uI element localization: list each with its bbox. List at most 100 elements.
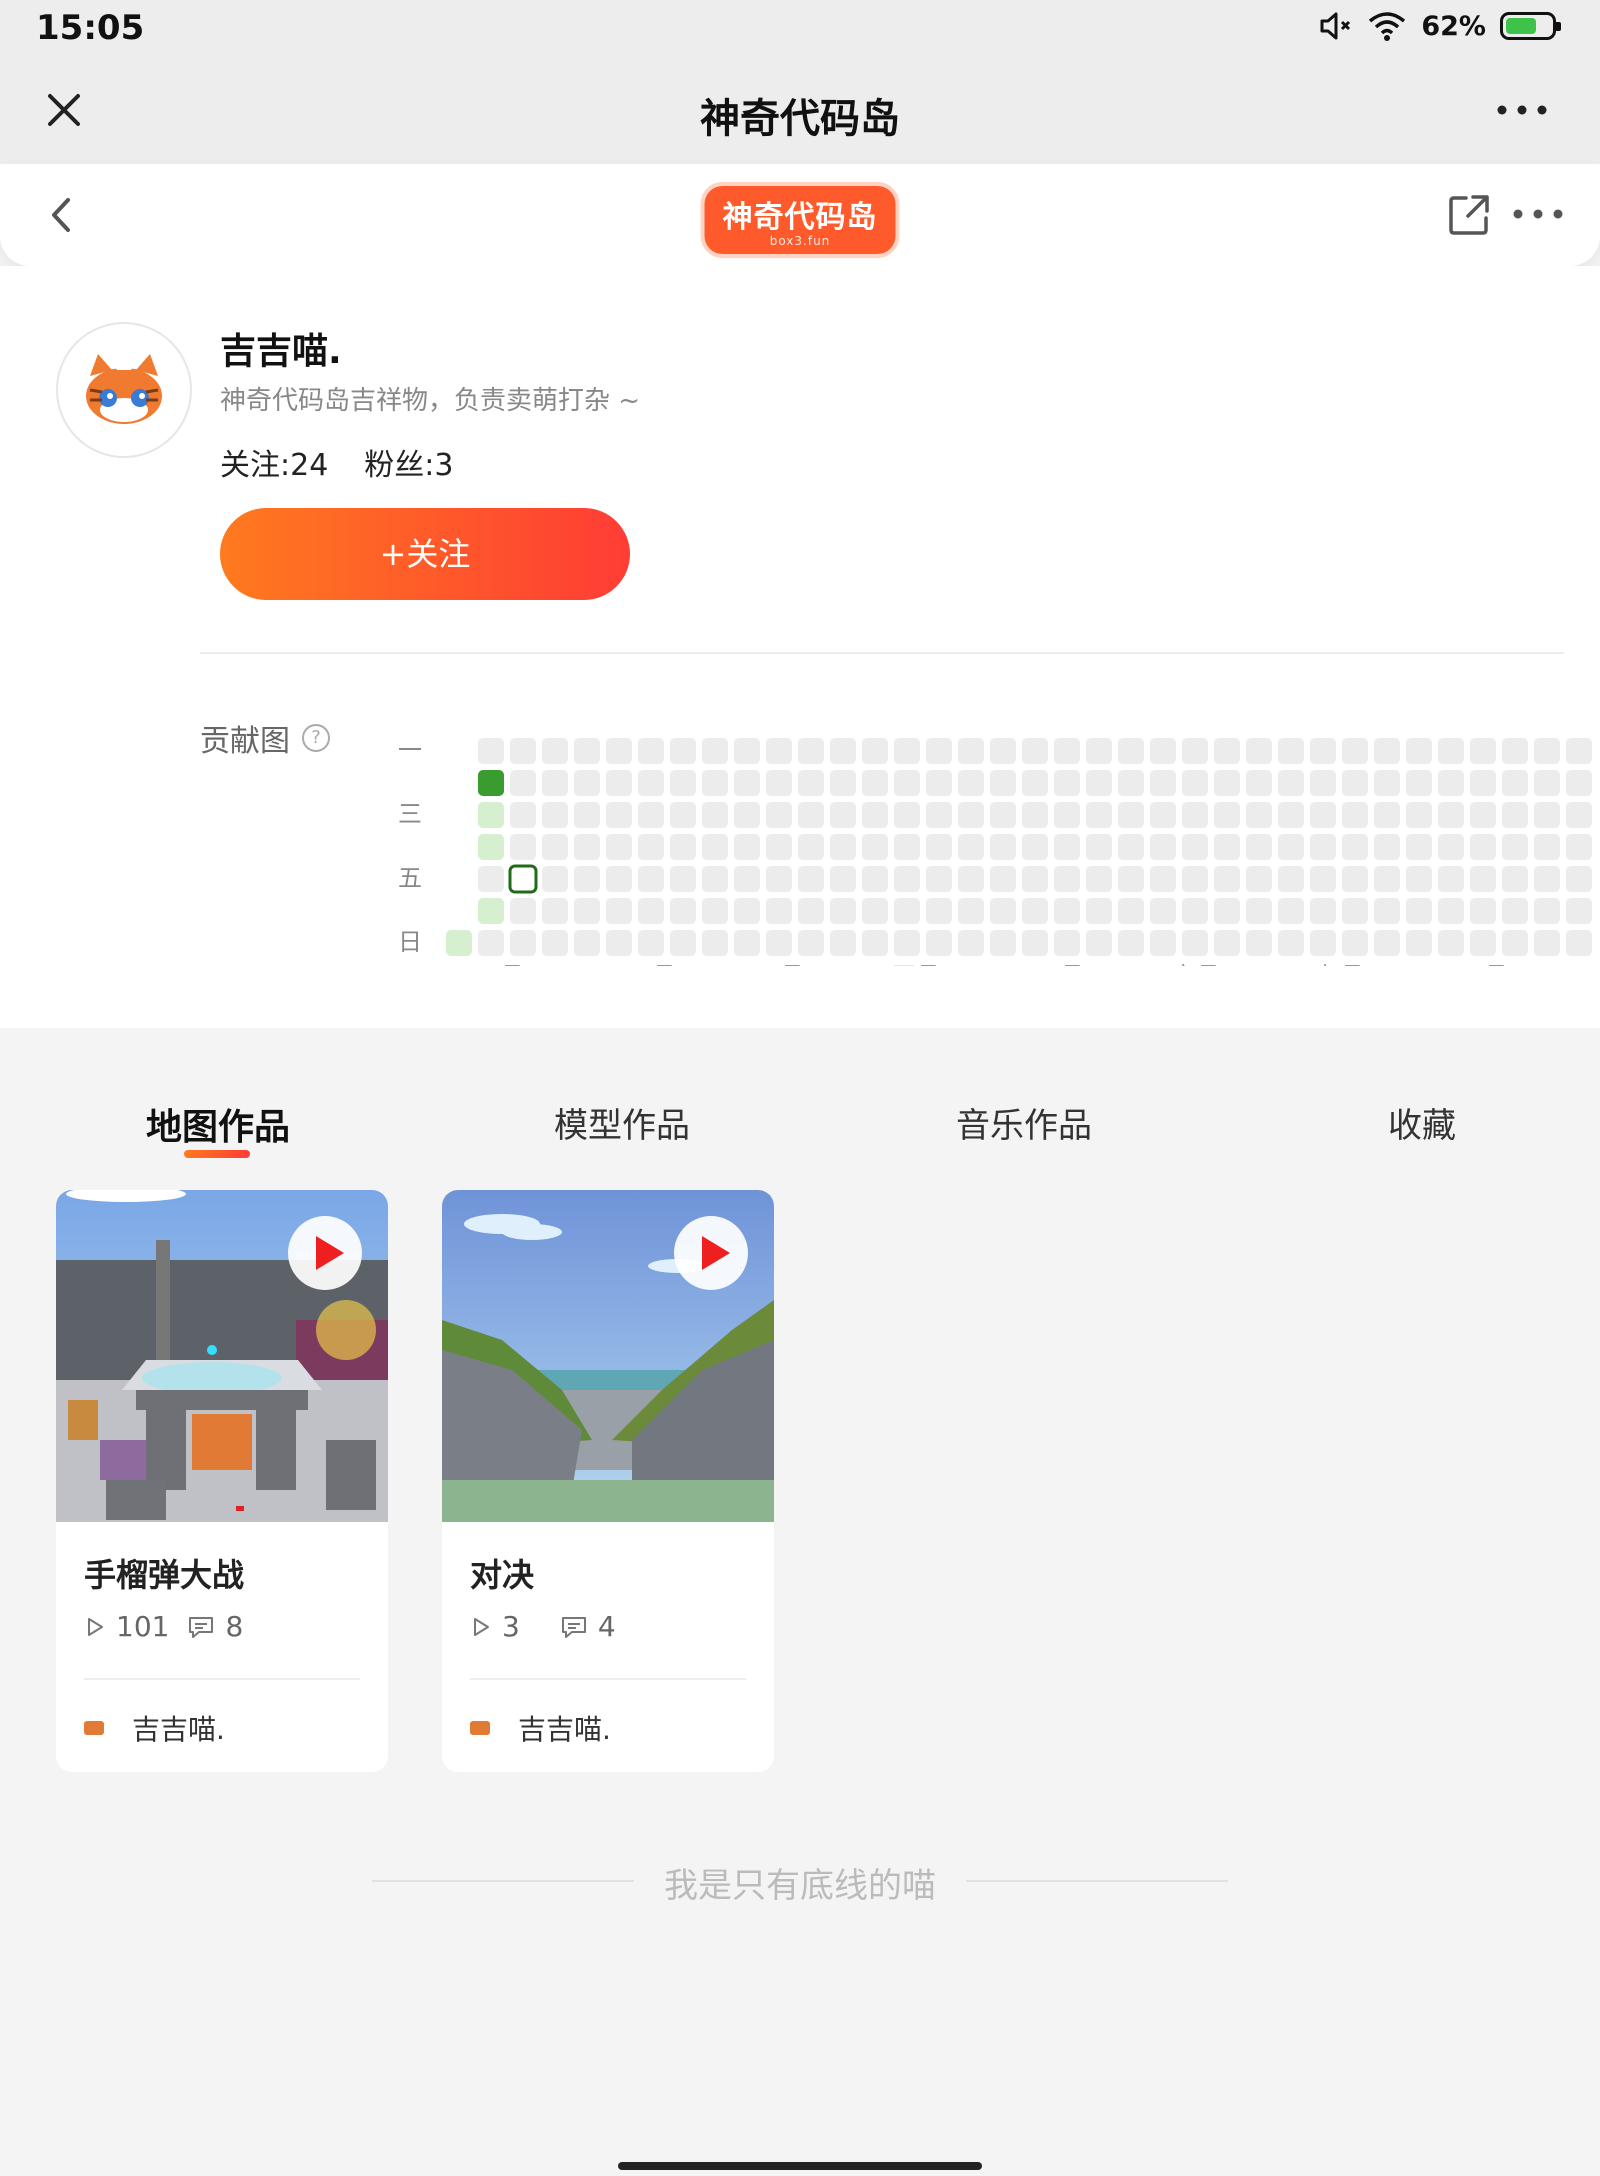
work-card[interactable]: 对决 3 4 吉吉喵. xyxy=(442,1190,774,1772)
work-title[interactable]: 对决 xyxy=(470,1550,534,1596)
contribution-cell[interactable] xyxy=(606,770,632,796)
contribution-cell[interactable] xyxy=(1566,738,1592,764)
contribution-cell[interactable] xyxy=(1118,866,1144,892)
contribution-cell[interactable] xyxy=(478,866,504,892)
contribution-cell[interactable] xyxy=(1214,770,1240,796)
contribution-cell[interactable] xyxy=(1406,770,1432,796)
contribution-cell[interactable] xyxy=(1278,834,1304,860)
contribution-cell[interactable] xyxy=(1246,770,1272,796)
work-author[interactable]: 吉吉喵. xyxy=(470,1708,611,1748)
contribution-cell[interactable] xyxy=(1150,770,1176,796)
contribution-cell[interactable] xyxy=(702,770,728,796)
contribution-cell[interactable] xyxy=(798,738,824,764)
contribution-cell[interactable] xyxy=(894,834,920,860)
contribution-cell[interactable] xyxy=(510,738,536,764)
contribution-cell[interactable] xyxy=(926,770,952,796)
contribution-cell[interactable] xyxy=(1022,834,1048,860)
contribution-cell[interactable] xyxy=(1022,770,1048,796)
contribution-cell[interactable] xyxy=(1534,866,1560,892)
contribution-cell[interactable] xyxy=(926,898,952,924)
contribution-cell[interactable] xyxy=(1246,930,1272,956)
contribution-cell[interactable] xyxy=(1086,898,1112,924)
contribution-cell[interactable] xyxy=(798,770,824,796)
contribution-cell[interactable] xyxy=(1054,802,1080,828)
contribution-cell[interactable] xyxy=(1502,738,1528,764)
contribution-cell[interactable] xyxy=(990,738,1016,764)
contribution-cell[interactable] xyxy=(542,738,568,764)
contribution-cell[interactable] xyxy=(638,834,664,860)
contribution-cell[interactable] xyxy=(1534,930,1560,956)
contribution-cell[interactable] xyxy=(1118,802,1144,828)
contribution-cell[interactable] xyxy=(798,930,824,956)
contribution-cell[interactable] xyxy=(1342,898,1368,924)
contribution-cell[interactable] xyxy=(862,930,888,956)
contribution-cell[interactable] xyxy=(574,770,600,796)
contribution-cell[interactable] xyxy=(478,738,504,764)
contribution-cell[interactable] xyxy=(862,866,888,892)
contribution-cell[interactable] xyxy=(1310,770,1336,796)
contribution-cell[interactable] xyxy=(1214,898,1240,924)
contribution-cell[interactable] xyxy=(670,738,696,764)
contribution-cell[interactable] xyxy=(638,898,664,924)
contribution-cell[interactable] xyxy=(1150,738,1176,764)
contribution-cell[interactable] xyxy=(670,770,696,796)
contribution-cell[interactable] xyxy=(830,834,856,860)
contribution-cell[interactable] xyxy=(926,738,952,764)
contribution-cell[interactable] xyxy=(1118,770,1144,796)
contribution-cell[interactable] xyxy=(1214,738,1240,764)
contribution-cell[interactable] xyxy=(1438,898,1464,924)
contribution-cell[interactable] xyxy=(1438,930,1464,956)
contribution-cell[interactable] xyxy=(1438,866,1464,892)
contribution-cell[interactable] xyxy=(1054,834,1080,860)
contribution-cell[interactable] xyxy=(638,738,664,764)
contribution-cell[interactable] xyxy=(1278,802,1304,828)
contribution-cell[interactable] xyxy=(1150,866,1176,892)
contribution-cell[interactable] xyxy=(508,864,538,894)
contribution-cell[interactable] xyxy=(1534,770,1560,796)
contribution-cell[interactable] xyxy=(1374,930,1400,956)
contribution-cell[interactable] xyxy=(1342,834,1368,860)
contribution-cell[interactable] xyxy=(478,802,504,828)
back-icon[interactable] xyxy=(36,190,86,240)
work-thumbnail[interactable] xyxy=(442,1190,774,1522)
work-card[interactable]: 手榴弹大战 101 8 吉吉喵. xyxy=(56,1190,388,1772)
contribution-cell[interactable] xyxy=(766,866,792,892)
contribution-cell[interactable] xyxy=(1246,802,1272,828)
contribution-cell[interactable] xyxy=(1214,834,1240,860)
contribution-cell[interactable] xyxy=(1374,738,1400,764)
contribution-cell[interactable] xyxy=(1470,834,1496,860)
contribution-cell[interactable] xyxy=(1182,802,1208,828)
contribution-cell[interactable] xyxy=(1406,898,1432,924)
follow-button[interactable]: +关注 xyxy=(220,508,630,600)
contribution-cell[interactable] xyxy=(1118,834,1144,860)
contribution-cell[interactable] xyxy=(1374,802,1400,828)
contribution-cell[interactable] xyxy=(926,930,952,956)
contribution-cell[interactable] xyxy=(606,834,632,860)
contribution-cell[interactable] xyxy=(1342,802,1368,828)
contribution-cell[interactable] xyxy=(574,834,600,860)
contribution-cell[interactable] xyxy=(1566,802,1592,828)
contribution-cell[interactable] xyxy=(1534,898,1560,924)
contribution-cell[interactable] xyxy=(990,802,1016,828)
contribution-cell[interactable] xyxy=(606,866,632,892)
contribution-cell[interactable] xyxy=(1310,930,1336,956)
work-title[interactable]: 手榴弹大战 xyxy=(84,1550,244,1596)
contribution-cell[interactable] xyxy=(894,770,920,796)
more-icon[interactable] xyxy=(1492,96,1552,124)
contribution-cell[interactable] xyxy=(702,866,728,892)
contribution-cell[interactable] xyxy=(1470,930,1496,956)
contribution-cell[interactable] xyxy=(734,898,760,924)
contribution-cell[interactable] xyxy=(1182,866,1208,892)
contribution-cell[interactable] xyxy=(1086,738,1112,764)
contribution-cell[interactable] xyxy=(1406,930,1432,956)
contribution-cell[interactable] xyxy=(1182,898,1208,924)
play-button[interactable] xyxy=(288,1216,362,1290)
contribution-cell[interactable] xyxy=(606,802,632,828)
contribution-cell[interactable] xyxy=(1182,930,1208,956)
contribution-cell[interactable] xyxy=(1374,834,1400,860)
contribution-cell[interactable] xyxy=(1118,930,1144,956)
contribution-cell[interactable] xyxy=(1118,898,1144,924)
contribution-cell[interactable] xyxy=(1310,802,1336,828)
contribution-cell[interactable] xyxy=(702,802,728,828)
contribution-cell[interactable] xyxy=(1278,930,1304,956)
